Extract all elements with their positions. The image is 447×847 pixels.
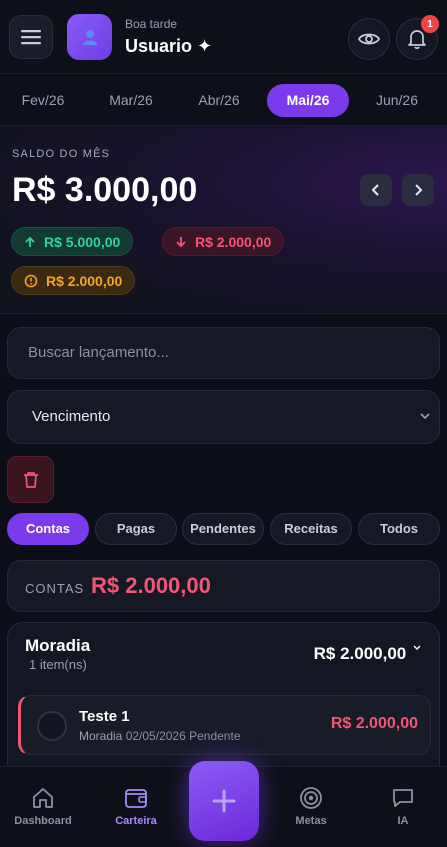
delete-button[interactable]	[7, 456, 54, 503]
nav-ai-label: IA	[397, 815, 409, 827]
nav-goals[interactable]: Metas	[276, 785, 346, 827]
filter-receitas[interactable]: Receitas	[270, 513, 352, 545]
arrow-up-icon	[25, 236, 35, 247]
item-checkbox[interactable]	[37, 711, 67, 741]
avatar[interactable]	[67, 14, 112, 60]
trash-icon	[23, 471, 38, 488]
filter-todos[interactable]: Todos	[358, 513, 440, 545]
group-total: R$ 2.000,00	[314, 644, 421, 664]
nav-dashboard[interactable]: Dashboard	[8, 785, 78, 827]
target-icon	[300, 787, 322, 809]
item-meta: Moradia 02/05/2026 Pendente	[79, 729, 241, 743]
sort-select-value: Vencimento	[32, 408, 111, 425]
arrow-down-icon	[176, 236, 186, 247]
category-group[interactable]: Moradia 1 item(ns) R$ 2.000,00 Teste 1 M…	[7, 622, 440, 782]
user-icon	[82, 30, 97, 45]
group-title: Moradia	[25, 636, 91, 655]
nav-goals-label: Metas	[295, 815, 327, 827]
balance-card: SALDO DO MÊS R$ 3.000,00 R$ 5.000,00 R$ …	[0, 126, 447, 314]
pending-pill: R$ 2.000,00	[11, 266, 136, 295]
month-selector: Fev/26 Mar/26 Abr/26 Mai/26 Jun/26	[0, 74, 447, 126]
balance-label: SALDO DO MÊS	[12, 148, 111, 160]
menu-button[interactable]	[9, 15, 53, 59]
notification-badge: 1	[421, 15, 439, 33]
app-header: Boa tarde Usuario ✦ 1	[0, 0, 447, 74]
month-tab[interactable]: Abr/26	[184, 84, 254, 117]
month-tab[interactable]: Jun/26	[362, 84, 432, 117]
month-tab-active[interactable]: Mai/26	[267, 84, 349, 117]
summary-value: R$ 2.000,00	[91, 573, 211, 598]
chevron-down-icon	[413, 645, 421, 650]
nav-wallet-label: Carteira	[115, 815, 157, 827]
hamburger-icon	[21, 30, 41, 45]
add-button[interactable]	[189, 761, 259, 841]
home-icon	[33, 788, 53, 808]
username: Usuario ✦	[125, 36, 213, 56]
search-input[interactable]: Buscar lançamento...	[7, 327, 440, 379]
pending-value: R$ 2.000,00	[46, 272, 123, 289]
group-count: 1 item(ns)	[29, 657, 87, 672]
balance-value: R$ 3.000,00	[12, 171, 198, 209]
nav-wallet[interactable]: Carteira	[101, 785, 171, 827]
sort-select[interactable]: Vencimento	[7, 390, 440, 444]
greeting-text: Boa tarde	[125, 17, 178, 31]
income-pill: R$ 5.000,00	[11, 227, 134, 256]
month-tab[interactable]: Mar/26	[96, 84, 166, 117]
eye-icon	[358, 33, 380, 45]
item-title: Teste 1	[79, 708, 130, 725]
chevron-right-icon	[415, 184, 423, 196]
toggle-visibility-button[interactable]	[348, 18, 390, 60]
wallet-icon	[125, 789, 147, 808]
filter-pendentes[interactable]: Pendentes	[182, 513, 264, 545]
nav-ai[interactable]: IA	[368, 785, 438, 827]
income-value: R$ 5.000,00	[44, 233, 121, 250]
group-total-value: R$ 2.000,00	[313, 644, 407, 663]
next-button[interactable]	[402, 174, 434, 206]
chevron-left-icon	[371, 184, 379, 196]
chat-icon	[393, 789, 413, 807]
filter-pagas[interactable]: Pagas	[95, 513, 177, 545]
item-date: 02/05/2026	[125, 729, 186, 743]
month-tab[interactable]: Fev/26	[8, 84, 78, 117]
filter-contas[interactable]: Contas	[7, 513, 89, 545]
summary-label: CONTAS	[25, 581, 85, 596]
plus-icon	[212, 789, 236, 813]
clock-icon	[24, 274, 38, 287]
accounts-summary: CONTAS R$ 2.000,00	[7, 560, 440, 612]
expense-pill: R$ 2.000,00	[162, 227, 285, 256]
list-item[interactable]: Teste 1 Moradia 02/05/2026 Pendente R$ 2…	[18, 695, 431, 755]
item-category: Moradia	[79, 729, 123, 743]
nav-dashboard-label: Dashboard	[14, 815, 72, 827]
previous-button[interactable]	[360, 174, 392, 206]
item-value: R$ 2.000,00	[330, 715, 418, 732]
item-status: Pendente	[189, 729, 241, 743]
chevron-down-icon	[420, 413, 430, 420]
expense-value: R$ 2.000,00	[195, 233, 272, 250]
